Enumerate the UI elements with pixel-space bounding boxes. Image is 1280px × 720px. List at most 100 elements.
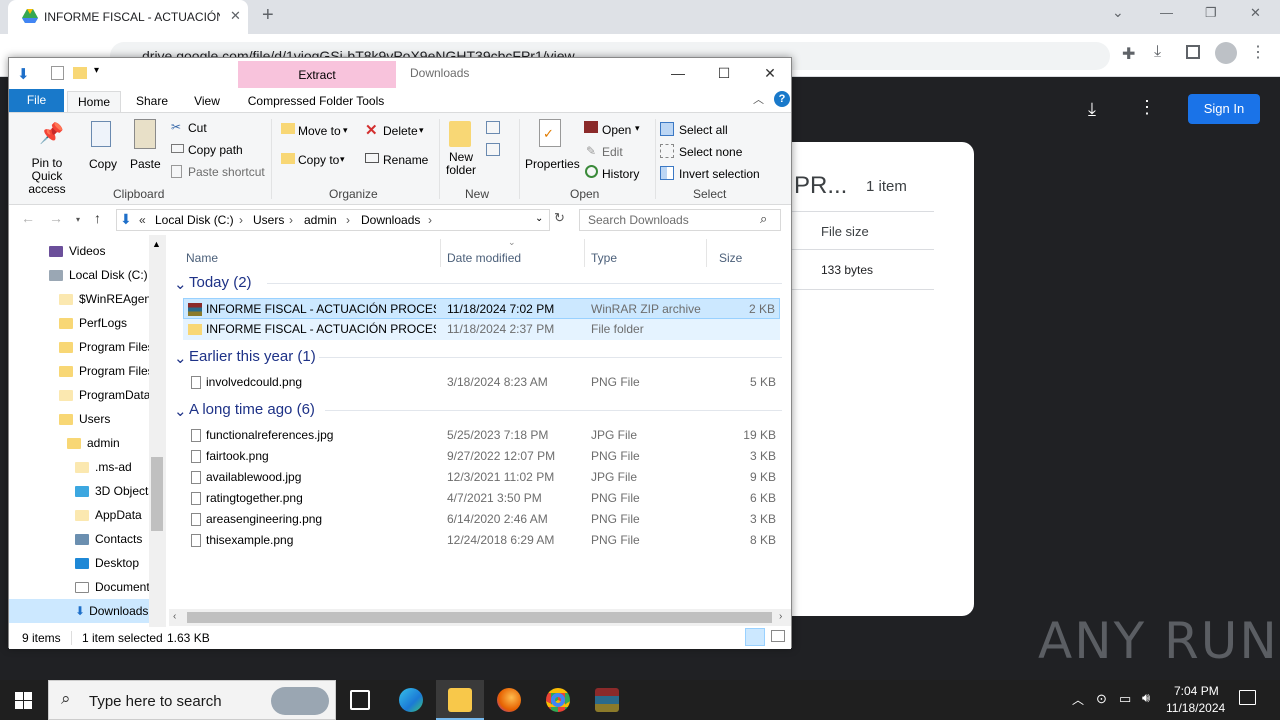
extract-context-tab[interactable]: Extract [238, 61, 396, 88]
customize-toolbar-icon[interactable]: ▾ [94, 65, 99, 76]
nav-item-ms-ad[interactable]: .ms-ad [75, 455, 132, 479]
profile-avatar[interactable] [1215, 42, 1237, 64]
nav-item-winreagent[interactable]: $WinREAgent [59, 287, 154, 311]
group-today[interactable]: Today (2) [189, 274, 252, 291]
paste-shortcut-button[interactable]: Paste shortcut [188, 165, 265, 179]
volume-icon[interactable]: 🔊︎ [1142, 690, 1150, 706]
downloads-icon[interactable]: ⤓ [1154, 43, 1161, 61]
select-none-button[interactable]: Select none [679, 145, 742, 159]
breadcrumb-admin[interactable]: admin [304, 213, 337, 227]
help-icon[interactable]: ? [774, 91, 790, 107]
nav-item-users[interactable]: Users [59, 407, 110, 431]
scroll-right-icon[interactable]: › [779, 611, 782, 622]
edge-icon[interactable] [399, 688, 423, 712]
network-icon[interactable]: ▭ [1119, 691, 1131, 707]
nav-item-appdata[interactable]: AppData [75, 503, 142, 527]
nav-item-downloads[interactable]: ⬇ Downloads [9, 599, 149, 623]
large-icons-view-icon[interactable] [771, 630, 785, 642]
task-view-icon[interactable] [350, 690, 370, 710]
quick-access-download-icon[interactable]: ⬇ [17, 65, 30, 83]
breadcrumb-overflow[interactable]: « [139, 213, 146, 227]
table-row[interactable]: ratingtogether.png 4/7/2021 3:50 PM PNG … [183, 488, 780, 509]
nav-item-program-files[interactable]: Program Files [59, 335, 154, 359]
column-name[interactable]: Name [186, 251, 218, 265]
tab-view[interactable]: View [183, 91, 231, 112]
collapse-ribbon-icon[interactable]: ︿ [753, 91, 764, 107]
refresh-icon[interactable]: ↻ [554, 210, 565, 226]
nav-item-admin[interactable]: admin [67, 431, 120, 455]
network-security-icon[interactable]: ⊙ [1096, 691, 1107, 707]
minimize-browser-button[interactable]: — [1160, 5, 1173, 20]
rename-button[interactable]: Rename [383, 153, 428, 167]
table-row[interactable]: functionalreferences.jpg 5/25/2023 7:18 … [183, 425, 780, 446]
copy-path-button[interactable]: Copy path [188, 143, 243, 157]
copy-to-button[interactable]: Copy to [298, 153, 339, 167]
open-button[interactable]: Open [602, 123, 631, 137]
new-item-icon[interactable] [486, 121, 500, 134]
nav-scrollbar[interactable]: ▲ [149, 235, 166, 627]
edit-button[interactable]: Edit [602, 145, 623, 159]
scroll-thumb[interactable] [187, 612, 772, 623]
delete-button[interactable]: Delete [383, 124, 418, 138]
close-tab-icon[interactable]: ✕ [230, 8, 241, 24]
address-dropdown-icon[interactable]: ⌄ [535, 213, 543, 224]
side-panel-icon[interactable] [1186, 45, 1200, 59]
table-row[interactable]: areasengineering.png 6/14/2020 2:46 AM P… [183, 509, 780, 530]
copy-button[interactable]: Copy [89, 157, 117, 171]
winrar-icon[interactable] [595, 688, 619, 712]
address-breadcrumb[interactable]: ⬇ « Local Disk (C:) › Users › admin › Do… [116, 209, 550, 231]
breadcrumb-local-disk[interactable]: Local Disk (C:) [155, 213, 234, 227]
chrome-icon[interactable] [546, 688, 570, 712]
scroll-thumb[interactable] [151, 457, 163, 531]
scroll-left-icon[interactable]: ‹ [173, 611, 176, 622]
search-box[interactable]: Search Downloads ⌕ [579, 209, 781, 231]
windows-start-icon[interactable] [15, 692, 32, 709]
cut-button[interactable]: Cut [188, 121, 207, 135]
select-all-button[interactable]: Select all [679, 123, 728, 137]
browser-menu-icon[interactable]: ⋮ [1250, 42, 1266, 62]
nav-item-videos[interactable]: Videos [49, 239, 105, 263]
extensions-icon[interactable]: ✚ [1122, 44, 1135, 64]
back-arrow-icon[interactable]: ← [21, 210, 35, 226]
new-folder-button[interactable]: New folder [445, 151, 477, 177]
recent-locations-icon[interactable]: ▾ [76, 215, 80, 224]
firefox-icon[interactable] [497, 688, 521, 712]
forward-arrow-icon[interactable]: → [49, 210, 63, 226]
tab-share[interactable]: Share [127, 91, 177, 112]
notifications-icon[interactable] [1239, 690, 1256, 705]
nav-item-programdata[interactable]: ProgramData [59, 383, 150, 407]
nav-item-3d-objects[interactable]: 3D Objects [75, 479, 154, 503]
nav-item-program-files-x86[interactable]: Program Files [59, 359, 154, 383]
easy-access-icon[interactable] [486, 143, 500, 156]
column-size[interactable]: Size [719, 251, 742, 265]
sign-in-button[interactable]: Sign In [1188, 94, 1260, 124]
minimize-button[interactable]: — [655, 58, 701, 88]
invert-selection-button[interactable]: Invert selection [679, 167, 760, 181]
tab-home[interactable]: Home [67, 91, 121, 112]
history-button[interactable]: History [602, 167, 639, 181]
taskbar-search-box[interactable]: ⌕ Type here to search [48, 680, 336, 720]
tab-file[interactable]: File [9, 89, 64, 112]
tab-search-icon[interactable]: ⌄ [1112, 4, 1124, 21]
download-icon[interactable]: ⤓ [1088, 99, 1096, 120]
restore-browser-button[interactable]: ❐ [1205, 5, 1217, 21]
group-collapse-icon[interactable]: ⌄ [174, 275, 187, 293]
group-long-time-ago[interactable]: A long time ago (6) [189, 401, 315, 418]
tab-compressed-folder-tools[interactable]: Compressed Folder Tools [241, 91, 391, 112]
group-earlier-this-year[interactable]: Earlier this year (1) [189, 348, 316, 365]
nav-item-perflogs[interactable]: PerfLogs [59, 311, 127, 335]
new-tab-button[interactable]: + [262, 4, 274, 27]
paste-button[interactable]: Paste [130, 157, 161, 171]
group-collapse-icon[interactable]: ⌄ [174, 349, 187, 367]
horizontal-scrollbar[interactable]: ‹ › [169, 609, 791, 626]
clock-date[interactable]: 11/18/2024 [1166, 701, 1225, 715]
table-row[interactable]: availablewood.jpg 12/3/2021 11:02 PM JPG… [183, 467, 780, 488]
breadcrumb-users[interactable]: Users [253, 213, 284, 227]
show-hidden-icons-icon[interactable]: ︿ [1072, 691, 1084, 708]
table-row[interactable]: INFORME FISCAL - ACTUACIÓN PROCES... 11/… [183, 298, 780, 319]
nav-item-contacts[interactable]: Contacts [75, 527, 142, 551]
maximize-button[interactable]: ☐ [701, 58, 747, 88]
group-collapse-icon[interactable]: ⌄ [174, 402, 187, 420]
scroll-up-icon[interactable]: ▲ [152, 239, 161, 249]
properties-quick-icon[interactable] [51, 66, 64, 80]
